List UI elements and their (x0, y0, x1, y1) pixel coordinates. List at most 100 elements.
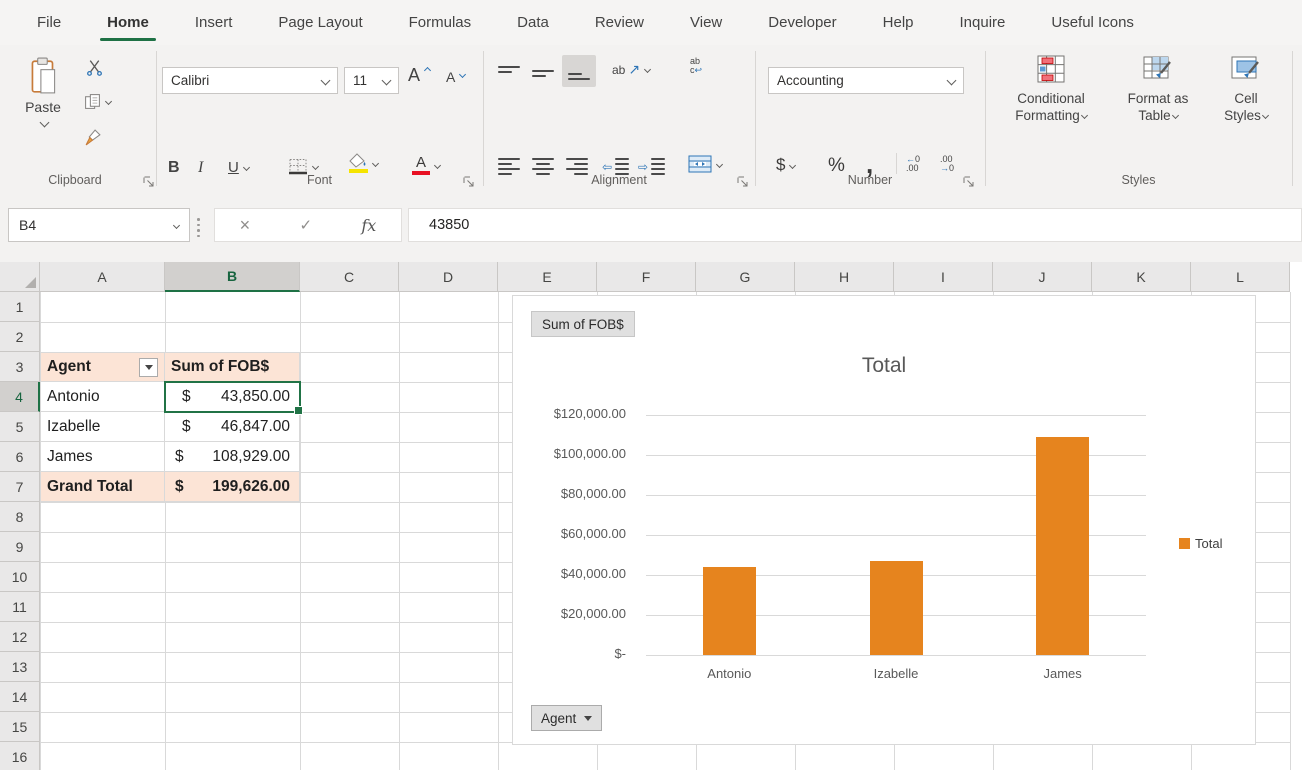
tab-inquire[interactable]: Inquire (937, 0, 1029, 45)
enter-button[interactable]: ✓ (299, 216, 312, 234)
row-header-6[interactable]: 6 (0, 442, 40, 472)
decrease-font-size-button[interactable]: A (446, 69, 465, 85)
number-format-select[interactable]: Accounting (768, 67, 964, 94)
paste-dropdown-chevron[interactable] (39, 118, 49, 128)
increase-decimal-button[interactable]: ←←00.00 (906, 155, 920, 173)
cell-styles-button[interactable]: Cell Styles (1204, 55, 1288, 124)
tab-useful-icons[interactable]: Useful Icons (1028, 0, 1157, 45)
row-header-13[interactable]: 13 (0, 652, 40, 682)
number-dialog-launcher[interactable] (961, 174, 976, 189)
column-header-D[interactable]: D (399, 262, 498, 292)
cell-B7-grand-total[interactable]: $199,626.00 (165, 472, 300, 502)
column-header-K[interactable]: K (1092, 262, 1191, 292)
pivot-chart[interactable]: Sum of FOB$ Total Total Agent $-$20,000.… (512, 295, 1256, 745)
tab-page-layout[interactable]: Page Layout (255, 0, 385, 45)
cell-B5[interactable]: $46,847.00 (165, 412, 300, 442)
column-header-A[interactable]: A (40, 262, 165, 292)
cut-button[interactable] (86, 59, 103, 76)
font-name-select[interactable]: Calibri (162, 67, 338, 94)
row-header-12[interactable]: 12 (0, 622, 40, 652)
row-header-8[interactable]: 8 (0, 502, 40, 532)
cancel-button[interactable]: × (240, 215, 251, 236)
top-align-button[interactable] (498, 63, 520, 81)
column-header-E[interactable]: E (498, 262, 597, 292)
copy-button[interactable] (84, 93, 111, 110)
fill-color-button[interactable] (348, 153, 378, 173)
column-header-L[interactable]: L (1191, 262, 1290, 292)
column-header-I[interactable]: I (894, 262, 993, 292)
cell-B4-selected[interactable]: $43,850.00 (165, 382, 300, 412)
column-header-J[interactable]: J (993, 262, 1092, 292)
cell-B6[interactable]: $108,929.00 (165, 442, 300, 472)
font-color-button[interactable]: A (412, 155, 440, 175)
column-header-G[interactable]: G (696, 262, 795, 292)
insert-function-button[interactable]: fx (361, 216, 376, 235)
column-header-C[interactable]: C (300, 262, 399, 292)
tab-insert[interactable]: Insert (172, 0, 256, 45)
middle-align-button[interactable] (532, 63, 554, 81)
currency-symbol: $ (175, 478, 184, 496)
row-header-15[interactable]: 15 (0, 712, 40, 742)
column-header-F[interactable]: F (597, 262, 696, 292)
row-header-10[interactable]: 10 (0, 562, 40, 592)
row-header-11[interactable]: 11 (0, 592, 40, 622)
cell-B3-pivot-header-value[interactable]: Sum of FOB$ (165, 352, 300, 382)
format-painter-button[interactable] (84, 129, 102, 146)
chart-title[interactable]: Total (513, 354, 1255, 378)
formula-bar-strip: B4 × ✓ fx 43850 (0, 196, 1302, 262)
orientation-button[interactable]: ab ↗ (612, 61, 650, 78)
row-header-7[interactable]: 7 (0, 472, 40, 502)
chart-axis-field-button[interactable]: Agent (531, 705, 602, 731)
column-header-H[interactable]: H (795, 262, 894, 292)
conditional-formatting-button[interactable]: Conditional Formatting (992, 55, 1110, 124)
format-as-table-button[interactable]: Format as Table (1112, 55, 1204, 124)
tab-home[interactable]: Home (84, 0, 172, 45)
bar-Izabelle[interactable] (870, 561, 923, 655)
agent-filter-button[interactable] (139, 358, 158, 377)
name-box[interactable]: B4 (8, 208, 190, 242)
tab-developer[interactable]: Developer (745, 0, 859, 45)
accounting-format-button[interactable]: $ (776, 155, 795, 175)
bar-James[interactable] (1036, 437, 1089, 655)
column-header-B[interactable]: B (165, 262, 300, 292)
row-header-9[interactable]: 9 (0, 532, 40, 562)
copy-dropdown-chevron[interactable] (105, 98, 112, 105)
bar-Antonio[interactable] (703, 567, 756, 655)
cell-A3-pivot-header-agent[interactable]: Agent (40, 352, 165, 382)
select-all-corner[interactable] (0, 262, 40, 292)
tab-help[interactable]: Help (860, 0, 937, 45)
formula-input[interactable]: 43850 (408, 208, 1302, 242)
formula-bar-resize-handle[interactable] (197, 218, 200, 237)
row-header-2[interactable]: 2 (0, 322, 40, 352)
cell-A6[interactable]: James (40, 442, 165, 472)
tab-view[interactable]: View (667, 0, 745, 45)
paste-button[interactable]: Paste (14, 53, 72, 165)
tab-formulas[interactable]: Formulas (386, 0, 495, 45)
bottom-align-button[interactable] (562, 55, 596, 87)
alignment-dialog-launcher[interactable] (735, 174, 750, 189)
chart-legend[interactable]: Total (1179, 536, 1222, 551)
decrease-decimal-button[interactable]: .00→0 (940, 155, 954, 173)
merge-center-button[interactable] (688, 155, 722, 173)
row-header-3[interactable]: 3 (0, 352, 40, 382)
clipboard-dialog-launcher[interactable] (141, 174, 156, 189)
cell-A4[interactable]: Antonio (40, 382, 165, 412)
increase-font-size-button[interactable]: A (408, 65, 430, 86)
wrap-text-button[interactable]: ab c↩ (690, 57, 702, 75)
tab-file[interactable]: File (14, 0, 84, 45)
cell-A7-grand-total[interactable]: Grand Total (40, 472, 165, 502)
number-format-chevron (947, 76, 957, 86)
tab-review[interactable]: Review (572, 0, 667, 45)
row-header-1[interactable]: 1 (0, 292, 40, 322)
worksheet-grid[interactable]: ABCDEFGHIJKL 12345678910111213141516 Age… (0, 262, 1302, 770)
row-header-16[interactable]: 16 (0, 742, 40, 770)
chart-value-field-button[interactable]: Sum of FOB$ (531, 311, 635, 337)
row-header-14[interactable]: 14 (0, 682, 40, 712)
font-dialog-launcher[interactable] (461, 174, 476, 189)
tab-data[interactable]: Data (494, 0, 572, 45)
row-header-5[interactable]: 5 (0, 412, 40, 442)
row-header-4[interactable]: 4 (0, 382, 40, 412)
cell-A5[interactable]: Izabelle (40, 412, 165, 442)
number-format-value: Accounting (769, 73, 844, 88)
font-size-select[interactable]: 11 (344, 67, 399, 94)
